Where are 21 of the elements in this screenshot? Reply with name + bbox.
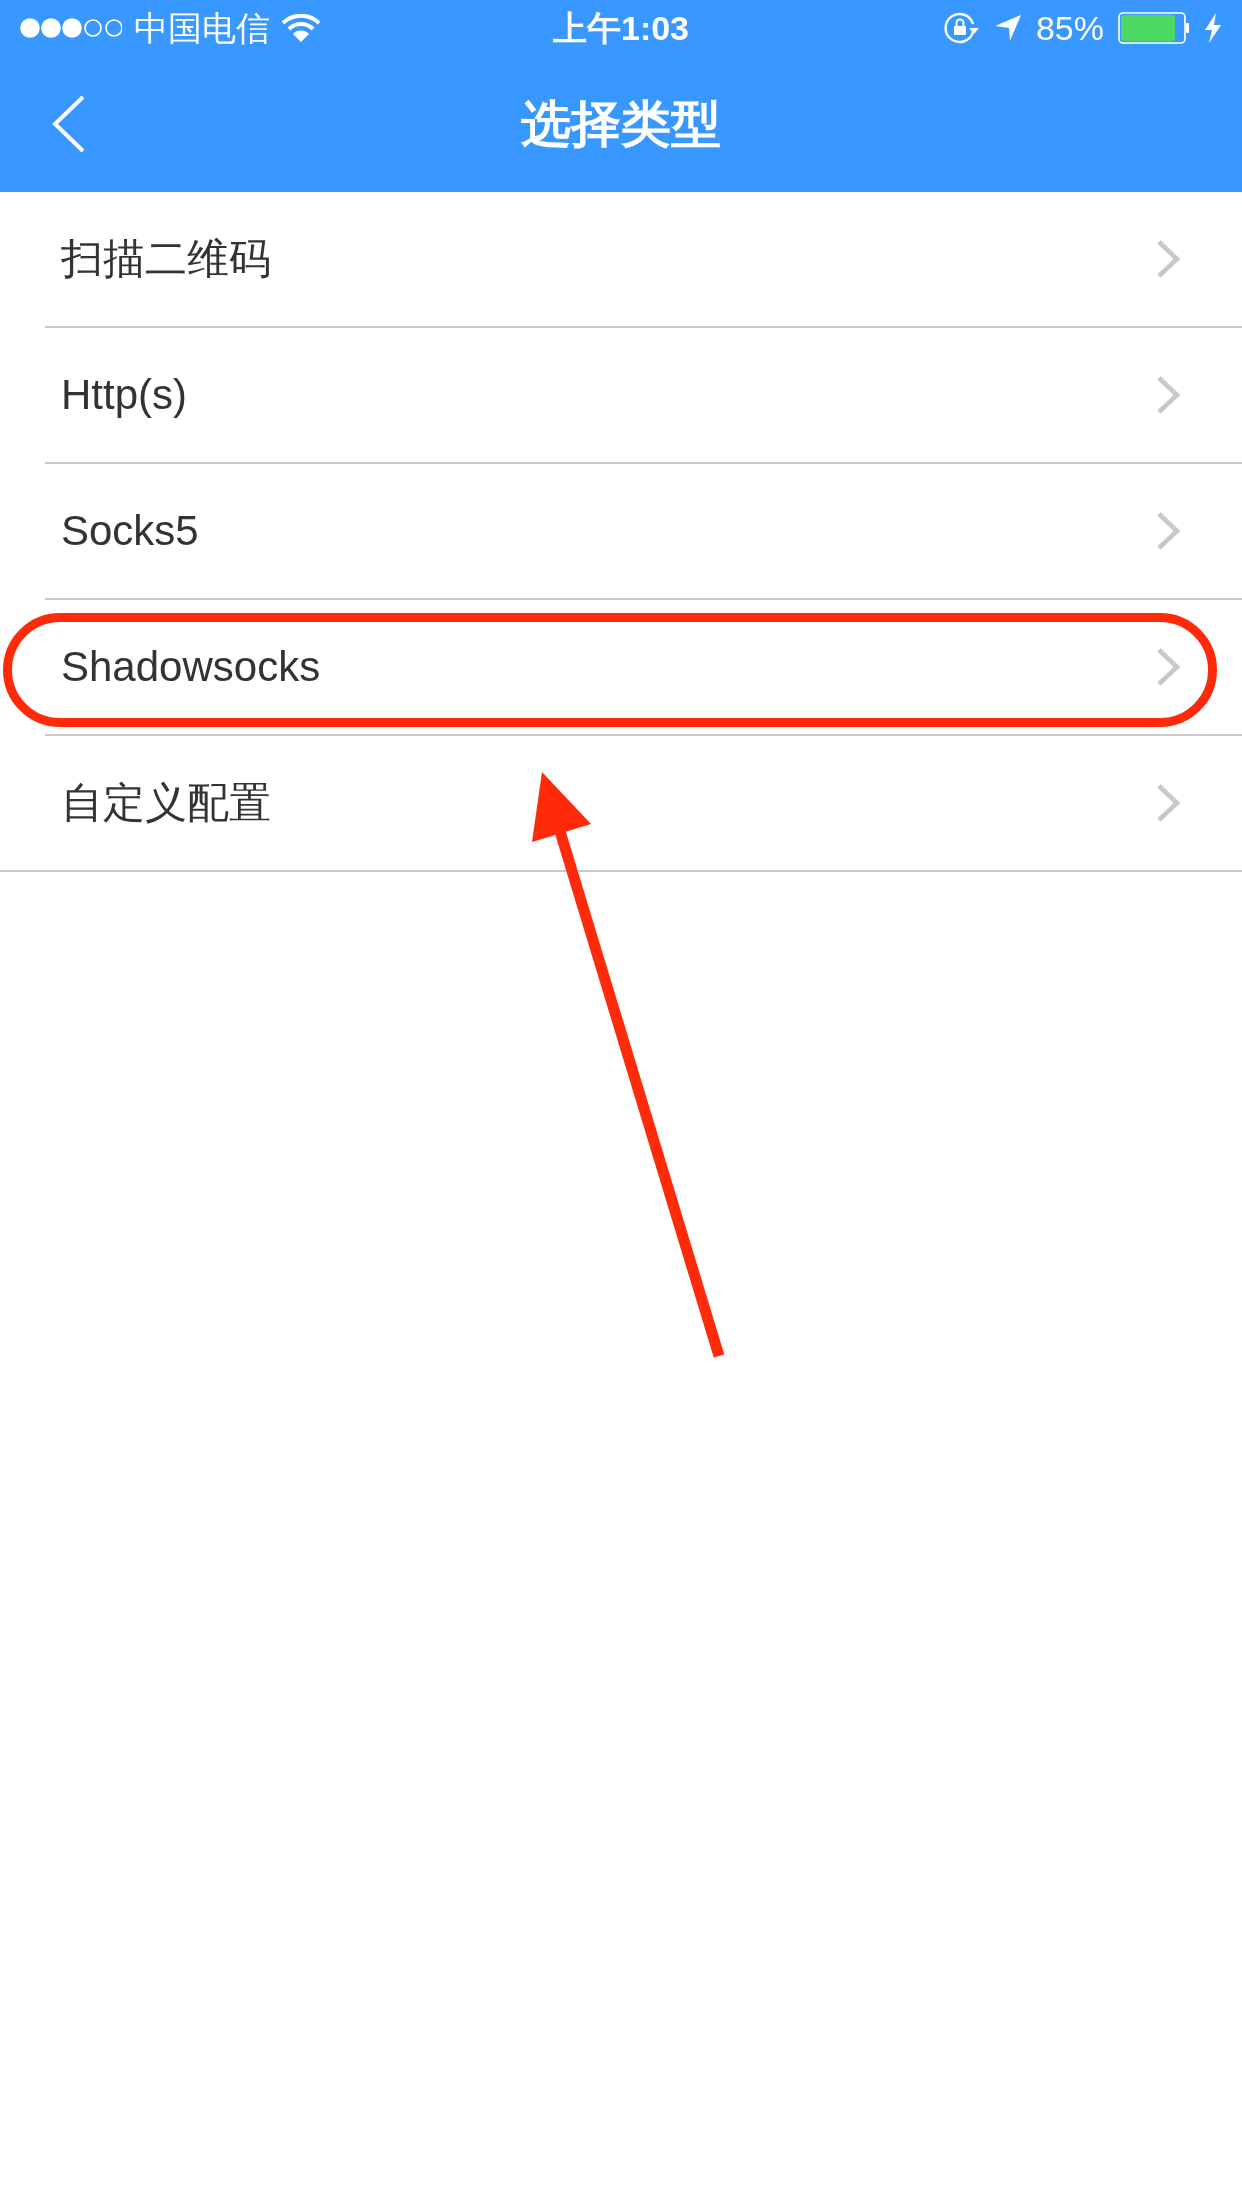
page-title: 选择类型 xyxy=(521,99,721,149)
status-time: 上午1:03 xyxy=(552,11,690,45)
charging-bolt-icon xyxy=(1204,13,1222,43)
battery-percentage: 85% xyxy=(1035,11,1104,45)
wifi-icon xyxy=(282,14,320,42)
chevron-right-icon xyxy=(1156,647,1182,687)
list-item[interactable]: Shadowsocks xyxy=(0,600,1242,734)
chevron-right-icon xyxy=(1156,511,1182,551)
rotation-lock-icon xyxy=(943,12,980,44)
chevron-right-icon xyxy=(1156,239,1182,279)
carrier-name: 中国电信 xyxy=(134,11,270,45)
list-item[interactable]: Socks5 xyxy=(0,464,1242,598)
location-arrow-icon xyxy=(993,14,1022,42)
battery-icon xyxy=(1118,12,1190,44)
list-item[interactable]: 自定义配置 xyxy=(0,736,1242,870)
chevron-right-icon xyxy=(1156,375,1182,415)
back-chevron-icon xyxy=(51,95,85,153)
list-item[interactable]: Http(s) xyxy=(0,328,1242,462)
list-item[interactable]: 扫描二维码 xyxy=(0,192,1242,326)
chevron-right-icon xyxy=(1156,783,1182,823)
signal-strength-icon xyxy=(20,18,122,38)
